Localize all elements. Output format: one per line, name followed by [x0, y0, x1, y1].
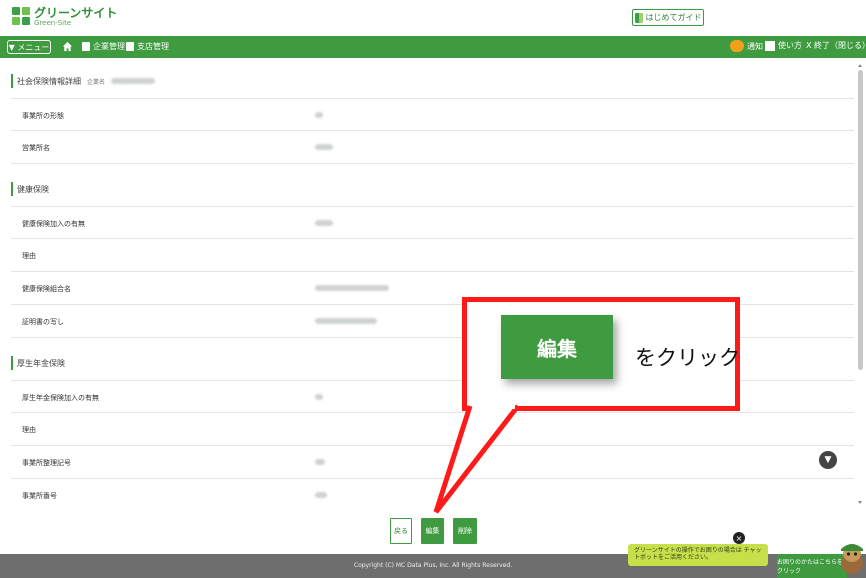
home-icon[interactable] [62, 41, 73, 52]
instruction-callout: 編集 をクリック [462, 297, 740, 411]
row-value-redacted [315, 285, 389, 291]
nav-branch-management[interactable]: 支店管理 [126, 41, 169, 52]
nav-branch-label: 支店管理 [137, 42, 169, 51]
scroll-down-button[interactable]: ▼ [819, 451, 837, 469]
branch-icon [126, 42, 134, 51]
table-row: 事業所の形態 [11, 98, 854, 131]
scroll-up-arrow-icon[interactable] [858, 64, 862, 67]
row-label: 健康保険組合名 [22, 285, 71, 293]
row-label: 営業所名 [22, 144, 50, 152]
nav-company-management[interactable]: 企業管理 [82, 41, 125, 52]
scrollbar-thumb[interactable] [858, 70, 863, 370]
callout-edit-button: 編集 [501, 315, 613, 379]
row-label: 事業所の形態 [22, 112, 64, 120]
detail-content: 社会保険情報詳細 企業名 事業所の形態 営業所名 健康保険 健康保険加入の有無 … [0, 58, 856, 508]
table-row: 理由 [11, 239, 854, 272]
row-label: 事業所整理記号 [22, 459, 71, 467]
logo-subtext: Green-Site [34, 19, 72, 27]
logo-text: グリーンサイト [34, 6, 118, 20]
row-label: 証明書の写し [22, 318, 64, 326]
delete-button[interactable]: 削除 [453, 518, 477, 544]
page-title: 社会保険情報詳細 企業名 [11, 74, 156, 88]
row-value-redacted [315, 394, 323, 400]
mascot-icon[interactable] [838, 541, 866, 575]
chevron-down-icon: ▼ [824, 455, 832, 465]
book-icon [765, 40, 775, 51]
company-caption: 企業名 [87, 78, 106, 86]
row-label: 事業所番号 [22, 492, 57, 500]
row-label: 理由 [22, 252, 36, 260]
chatbot-bubble[interactable]: グリーンサイトの操作でお困りの場合は チャットボットをご活用ください。 [628, 544, 768, 566]
row-label: 健康保険加入の有無 [22, 220, 85, 228]
callout-instruction-text: をクリック [635, 346, 740, 370]
row-value-redacted [315, 144, 333, 150]
notification-icon [730, 40, 744, 52]
table-row: 営業所名 [11, 131, 854, 164]
row-label: 理由 [22, 426, 36, 434]
chatbot-close-icon[interactable]: × [733, 532, 745, 544]
nav-company-label: 企業管理 [93, 42, 125, 51]
row-value-redacted [315, 492, 327, 498]
beginner-guide-label: はじめてガイド [645, 13, 702, 22]
row-label: 厚生年金保険加入の有無 [22, 394, 99, 402]
attachment-link-redacted[interactable] [315, 318, 377, 324]
site-logo[interactable]: グリーンサイト Green-Site [12, 7, 117, 27]
beginner-guide-button[interactable]: はじめてガイド [632, 9, 704, 26]
edit-button[interactable]: 編集 [421, 518, 444, 544]
building-icon [82, 42, 90, 51]
exit-label: X 終了（閉じる） [806, 41, 866, 50]
notification-button[interactable]: 通知 [730, 40, 763, 52]
callout-pointer [433, 402, 520, 514]
page-title-text: 社会保険情報詳細 [17, 76, 81, 86]
row-value-redacted [315, 112, 323, 118]
chatbot-cta-button[interactable]: お困りのかたはこちらをクリック [777, 554, 847, 578]
row-value-redacted [315, 459, 325, 465]
table-row: 健康保険加入の有無 [11, 206, 854, 239]
section-health-insurance: 健康保険 [11, 182, 49, 196]
menu-button[interactable]: ▼ メニュー [7, 40, 51, 54]
vertical-scrollbar[interactable] [858, 64, 863, 504]
back-button[interactable]: 戻る [390, 518, 412, 544]
exit-button[interactable]: X 終了（閉じる） [806, 40, 866, 51]
howto-label: 使い方 [778, 41, 802, 50]
scroll-down-arrow-icon[interactable] [858, 501, 862, 504]
beginner-mark-icon [634, 12, 643, 23]
notification-label: 通知 [747, 41, 763, 51]
howto-button[interactable]: 使い方 [765, 40, 802, 51]
section-pension-insurance: 厚生年金保険 [11, 356, 65, 370]
main-nav: ▼ メニュー 企業管理 支店管理 通知 使い方 X 終了（閉じる） [0, 36, 866, 58]
menu-label: ▼ メニュー [8, 42, 50, 52]
company-name-redacted [111, 78, 156, 84]
top-bar: グリーンサイト Green-Site はじめてガイド [0, 0, 866, 36]
row-value-redacted [315, 220, 333, 226]
logo-mark-icon [12, 7, 30, 25]
section-title: 厚生年金保険 [17, 358, 65, 368]
section-title: 健康保険 [17, 184, 49, 194]
